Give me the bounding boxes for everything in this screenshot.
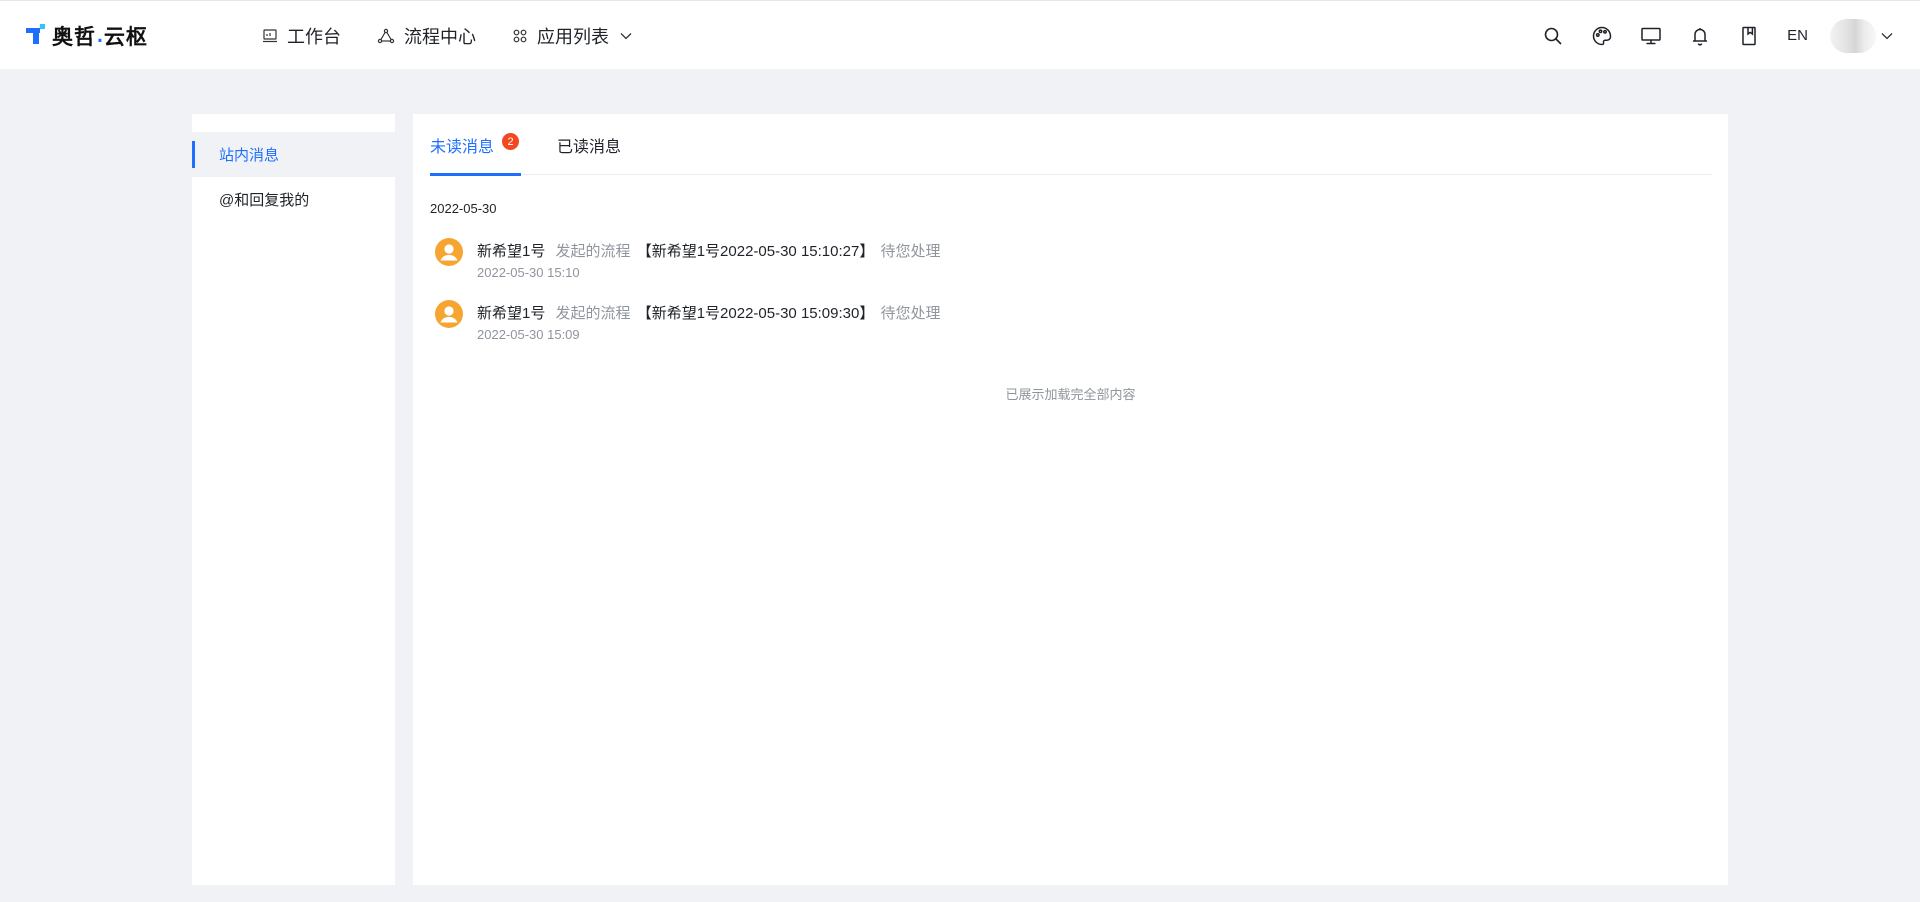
tab-read[interactable]: 已读消息: [557, 114, 621, 175]
top-header: 奥哲 . 云枢 工作台 流程中心 应用列表 EN: [0, 0, 1920, 69]
theme-button[interactable]: [1590, 24, 1614, 48]
help-docs-button[interactable]: [1737, 24, 1761, 48]
tab-unread-label: 未读消息: [430, 138, 495, 156]
tab-read-label: 已读消息: [557, 138, 622, 156]
message-item[interactable]: 新希望1号 发起的流程 【新希望1号2022-05-30 15:10:27】 待…: [435, 236, 1335, 286]
chevron-down-icon: [1881, 32, 1893, 39]
message-list-panel: 未读消息 2 已读消息 2022-05-30 新希望1号 发起的流程 【新希望1…: [413, 114, 1728, 885]
flow-icon: [377, 28, 395, 43]
nav-workbench[interactable]: 工作台: [262, 23, 341, 49]
palette-icon: [1592, 26, 1612, 45]
nav-app-list-label: 应用列表: [537, 26, 609, 47]
message-status: 待您处理: [880, 305, 941, 322]
user-menu[interactable]: [1830, 18, 1894, 53]
message-category-sidebar: 站内消息 @和回复我的: [192, 114, 395, 885]
logo[interactable]: 奥哲 . 云枢: [26, 21, 148, 51]
book-icon: [1742, 26, 1756, 45]
message-status: 待您处理: [880, 243, 941, 260]
message-sender: 新希望1号: [477, 243, 546, 260]
sidebar-item-label: 站内消息: [219, 147, 280, 164]
user-avatar-icon: [435, 238, 463, 266]
user-avatar-icon: [435, 300, 463, 328]
message-time: 2022-05-30 15:09: [477, 327, 580, 342]
message-text: 新希望1号 发起的流程 【新希望1号2022-05-30 15:10:27】 待…: [477, 240, 941, 261]
search-button[interactable]: [1541, 24, 1565, 48]
header-tools: EN: [1516, 1, 1894, 70]
message-action: 发起的流程: [555, 305, 631, 322]
message-process-title: 【新希望1号2022-05-30 15:10:27】: [636, 243, 875, 260]
message-item[interactable]: 新希望1号 发起的流程 【新希望1号2022-05-30 15:09:30】 待…: [435, 298, 1335, 348]
message-group-date: 2022-05-30: [430, 201, 497, 216]
message-text: 新希望1号 发起的流程 【新希望1号2022-05-30 15:09:30】 待…: [477, 302, 941, 323]
bell-icon: [1693, 27, 1708, 46]
sidebar-item-label: @和回复我的: [219, 192, 310, 209]
logo-dot: .: [97, 24, 103, 47]
chevron-down-icon: [620, 32, 632, 39]
nav-flow-center-label: 流程中心: [404, 26, 476, 47]
language-switch[interactable]: EN: [1787, 27, 1808, 44]
search-icon: [1544, 27, 1562, 45]
tab-unread[interactable]: 未读消息 2: [430, 114, 521, 176]
message-process-title: 【新希望1号2022-05-30 15:09:30】: [636, 305, 875, 322]
workbench-icon: [263, 28, 277, 42]
nav-workbench-label: 工作台: [287, 26, 341, 47]
sidebar-item-mentions[interactable]: @和回复我的: [192, 177, 395, 222]
desktop-button[interactable]: [1639, 24, 1663, 48]
nav-app-list[interactable]: 应用列表: [512, 23, 633, 49]
nav-flow-center[interactable]: 流程中心: [377, 23, 476, 49]
logo-text-secondary: 云枢: [103, 26, 148, 49]
unread-count-badge: 2: [502, 133, 520, 150]
message-sender: 新希望1号: [477, 305, 546, 322]
monitor-icon: [1641, 27, 1661, 44]
logo-mark-icon: [26, 24, 50, 48]
message-tabs: 未读消息 2 已读消息: [430, 114, 1712, 176]
main-nav: 工作台 流程中心 应用列表: [262, 1, 669, 70]
notification-button[interactable]: [1688, 24, 1712, 48]
avatar: [1830, 18, 1876, 53]
sidebar-item-site-messages[interactable]: 站内消息: [192, 132, 395, 177]
apps-icon: [513, 29, 527, 42]
list-end-indicator: 已展示加载完全部内容: [1005, 387, 1136, 402]
message-action: 发起的流程: [555, 243, 631, 260]
message-time: 2022-05-30 15:10: [477, 265, 580, 280]
logo-text-primary: 奥哲: [52, 26, 96, 49]
